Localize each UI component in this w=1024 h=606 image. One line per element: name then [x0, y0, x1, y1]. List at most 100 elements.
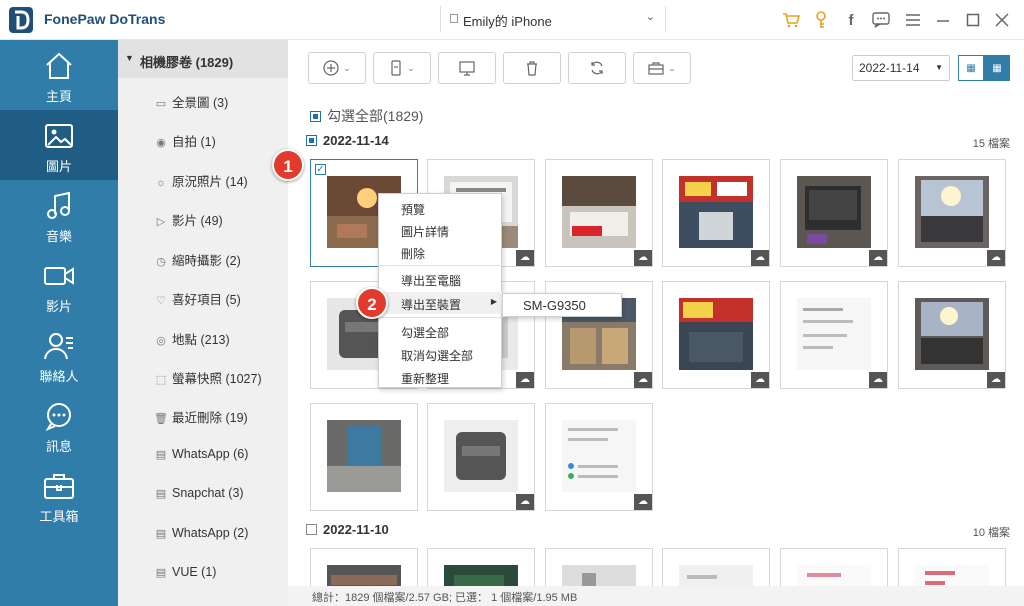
- album-list: ▼ 相機膠卷 (1829) ▭ 全景圖 (3) ◉ 自拍 (1) ☼ 原況照片 (14…: [118, 40, 288, 606]
- album-item-panorama[interactable]: ▭ 全景圖 (3): [154, 92, 228, 112]
- sidebar-item-videos[interactable]: 影片: [0, 250, 118, 320]
- menu-item-preview[interactable]: 預覽: [379, 197, 503, 219]
- menu-item-refresh[interactable]: 重新整理: [379, 366, 503, 388]
- cart-icon[interactable]: [780, 10, 802, 30]
- cloud-icon: ☁: [634, 372, 652, 388]
- album-icon: ▤: [155, 528, 167, 540]
- album-icon: ▤: [155, 488, 167, 500]
- album-item-label: Snapchat (3): [172, 486, 244, 500]
- cloud-icon: ☁: [516, 372, 534, 388]
- device-selector[interactable]:  Emily的 iPhone ⌄: [440, 6, 666, 32]
- photo-thumbnail[interactable]: [427, 548, 535, 589]
- sidebar-item-messages[interactable]: 訊息: [0, 390, 118, 460]
- menu-item-delete[interactable]: 刪除: [379, 241, 503, 263]
- photo-thumbnail[interactable]: ☁: [662, 281, 770, 389]
- album-icon: ▤: [155, 567, 167, 579]
- sidebar-item-music[interactable]: 音樂: [0, 180, 118, 250]
- photo-thumbnail[interactable]: [310, 548, 418, 589]
- facebook-icon[interactable]: f: [840, 10, 862, 30]
- album-header-camera-roll[interactable]: ▼ 相機膠卷 (1829): [118, 40, 288, 78]
- sidebar-item-photos[interactable]: 圖片: [0, 110, 118, 180]
- export-to-pc-button[interactable]: [438, 52, 496, 84]
- photo-thumbnail[interactable]: [898, 548, 1006, 589]
- sidebar-item-label: 訊息: [45, 439, 72, 454]
- album-item-places[interactable]: ◎ 地點 (213): [154, 329, 229, 349]
- album-item-live-photo[interactable]: ☼ 原況照片 (14): [154, 171, 248, 191]
- album-item-recently-deleted[interactable]: 🗑 最近刪除 (19): [154, 407, 248, 427]
- photo-thumbnail[interactable]: ☁: [545, 403, 653, 511]
- delete-icon: [527, 61, 537, 76]
- add-button[interactable]: ⌄: [308, 52, 366, 84]
- menu-item-select-all[interactable]: 勾選全部: [379, 320, 503, 342]
- chevron-down-icon: ⌄: [407, 62, 415, 73]
- photo-thumbnail[interactable]: [780, 548, 888, 589]
- album-item-label: 自拍 (1): [172, 135, 216, 149]
- sidebar-item-contacts[interactable]: 聯絡人: [0, 320, 118, 390]
- photo-thumbnail[interactable]: ☁: [780, 159, 888, 267]
- cloud-icon: ☁: [869, 250, 887, 266]
- album-item-snapchat[interactable]: ▤ Snapchat (3): [154, 486, 244, 506]
- cloud-icon: ☁: [516, 250, 534, 266]
- group-header[interactable]: 2022-11-10: [306, 522, 389, 537]
- menu-separator: [379, 317, 503, 318]
- album-item-label: 影片 (49): [172, 214, 223, 228]
- menu-item-photo-details[interactable]: 圖片詳情: [379, 219, 503, 241]
- photo-image: [797, 176, 871, 248]
- photo-thumbnail[interactable]: ☁: [898, 159, 1006, 267]
- selfie-icon: ◉: [156, 137, 166, 149]
- photo-thumbnail[interactable]: ☁: [662, 159, 770, 267]
- close-icon[interactable]: [991, 10, 1013, 30]
- group-count: 10 檔案: [972, 527, 1010, 539]
- submenu-item-device[interactable]: SM-G9350: [502, 293, 622, 317]
- album-item-timelapse[interactable]: ◷ 縮時攝影 (2): [154, 250, 241, 270]
- submenu-arrow-icon: ▶: [490, 297, 497, 306]
- export-to-device-button[interactable]: ⌄: [373, 52, 431, 84]
- key-icon[interactable]: [810, 10, 832, 30]
- large-grid-view-button[interactable]: ▦: [958, 55, 984, 81]
- album-item-favorites[interactable]: ♡ 喜好項目 (5): [154, 289, 241, 309]
- minimize-icon[interactable]: [932, 10, 954, 30]
- album-header-label: 相機膠卷 (1829): [140, 55, 234, 70]
- menu-item-export-to-pc[interactable]: 導出至電腦: [379, 268, 503, 290]
- menu-item-export-to-device[interactable]: 導出至裝置 ▶: [379, 292, 503, 314]
- video-icon: ▷: [156, 216, 166, 228]
- dotrans-logo-icon: [9, 7, 33, 33]
- album-item-whatsapp-2[interactable]: ▤ WhatsApp (2): [154, 526, 249, 546]
- live-photo-icon: ☼: [155, 177, 167, 189]
- album-item-vue[interactable]: ▤ VUE (1): [154, 565, 217, 585]
- sidebar-item-home[interactable]: 主頁: [0, 40, 118, 110]
- photo-thumbnail[interactable]: ☁: [898, 281, 1006, 389]
- group-date: 2022-11-10: [323, 522, 389, 537]
- photo-thumbnail[interactable]: [662, 548, 770, 589]
- contacts-icon: [44, 333, 73, 360]
- maximize-icon[interactable]: [962, 10, 984, 30]
- checkbox-icon: [310, 111, 321, 122]
- album-item-videos[interactable]: ▷ 影片 (49): [154, 210, 223, 230]
- photo-image: [915, 176, 989, 248]
- chevron-down-icon: ⌄: [645, 11, 655, 23]
- group-header[interactable]: 2022-11-14: [306, 133, 389, 148]
- menu-item-deselect-all[interactable]: 取消勾選全部: [379, 343, 503, 365]
- title-bar: FonePaw DoTrans  Emily的 iPhone ⌄ f: [0, 0, 1024, 40]
- album-item-screenshots[interactable]: ⬚ 螢幕快照 (1027): [154, 368, 262, 388]
- export-device-icon: [391, 60, 401, 76]
- delete-button[interactable]: [503, 52, 561, 84]
- menu-icon[interactable]: [902, 10, 924, 30]
- select-all-checkbox[interactable]: 勾選全部(1829): [310, 106, 423, 126]
- feedback-icon[interactable]: [870, 10, 892, 30]
- date-select[interactable]: 2022-11-14 ▼: [852, 55, 950, 81]
- sidebar-item-toolbox[interactable]: 工具箱: [0, 460, 118, 530]
- album-item-whatsapp[interactable]: ▤ WhatsApp (6): [154, 447, 249, 467]
- photo-image: [327, 420, 401, 492]
- refresh-button[interactable]: [568, 52, 626, 84]
- photo-thumbnail[interactable]: ☁: [545, 159, 653, 267]
- photo-thumbnail[interactable]: [310, 403, 418, 511]
- toolbox-button[interactable]: ⌄: [633, 52, 691, 84]
- album-item-selfie[interactable]: ◉ 自拍 (1): [154, 131, 216, 151]
- small-grid-view-button[interactable]: ▦: [984, 55, 1010, 81]
- photo-thumbnail[interactable]: ☁: [780, 281, 888, 389]
- grid-small-icon: ▦: [992, 62, 1002, 74]
- album-item-label: 最近刪除 (19): [172, 411, 248, 425]
- photo-thumbnail[interactable]: [545, 548, 653, 589]
- photo-thumbnail[interactable]: ☁: [427, 403, 535, 511]
